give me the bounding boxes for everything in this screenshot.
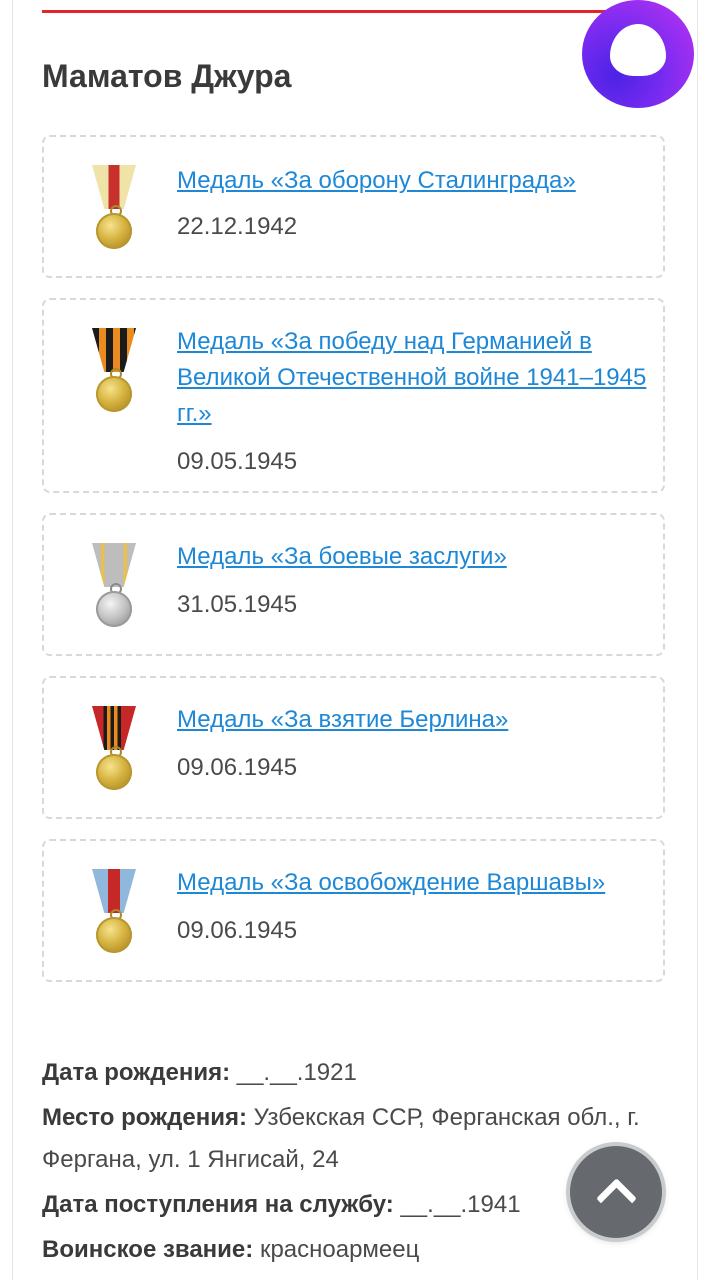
award-link[interactable]: Медаль «За оборону Сталинграда» [177, 163, 647, 199]
award-link[interactable]: Медаль «За взятие Берлина» [177, 702, 647, 738]
rank-value: красноармеец [259, 1236, 420, 1263]
award-card: Медаль «За оборону Сталинграда» 22.12.19… [42, 135, 665, 278]
award-date: 09.06.1945 [177, 754, 298, 781]
award-date: 09.05.1945 [177, 448, 298, 475]
rank-label: Воинское звание: [42, 1236, 254, 1263]
alice-assistant-icon [610, 24, 666, 76]
scroll-to-top-button[interactable] [570, 1146, 662, 1238]
award-link[interactable]: Медаль «За боевые заслуги» [177, 539, 647, 575]
birth-place-label: Место рождения: [42, 1104, 247, 1131]
service-start-label: Дата поступления на службу: [42, 1191, 394, 1218]
award-link[interactable]: Медаль «За победу над Германией в Велико… [177, 324, 647, 432]
alice-assistant-button[interactable] [582, 0, 694, 108]
award-card: Медаль «За освобождение Варшавы» 09.06.1… [42, 839, 665, 982]
chevron-up-icon [595, 1177, 638, 1220]
award-card: Медаль «За взятие Берлина» 09.06.1945 [42, 676, 665, 819]
birth-date-value: __.__.1921 [236, 1059, 357, 1086]
person-name: Маматов Джура [42, 58, 292, 94]
award-link[interactable]: Медаль «За освобождение Варшавы» [177, 865, 647, 901]
award-date: 31.05.1945 [177, 591, 298, 618]
award-card: Медаль «За боевые заслуги» 31.05.1945 [42, 513, 665, 656]
award-card: Медаль «За победу над Германией в Велико… [42, 298, 665, 493]
service-start-value: __.__.1941 [400, 1191, 521, 1218]
header-divider [42, 10, 642, 13]
birth-date-row: Дата рождения: __.__.1921 [42, 1052, 672, 1094]
rank-row: Воинское звание: красноармеец [42, 1229, 672, 1271]
award-date: 22.12.1942 [177, 213, 298, 240]
award-date: 09.06.1945 [177, 917, 298, 944]
birth-date-label: Дата рождения: [42, 1059, 231, 1086]
